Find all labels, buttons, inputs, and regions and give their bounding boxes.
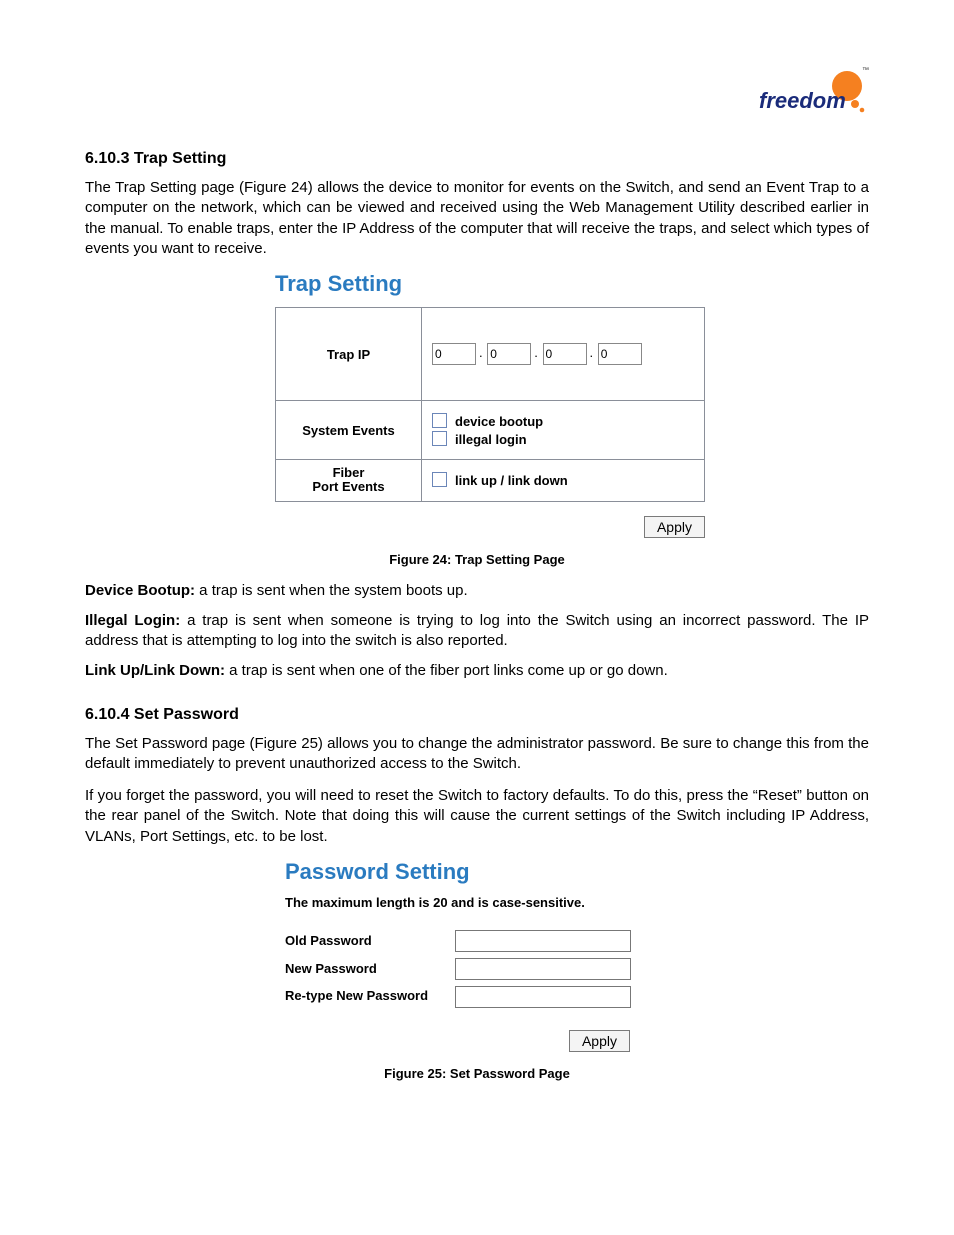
heading-set-password: 6.10.4 Set Password [85,706,869,724]
system-events-label: System Events [276,401,422,460]
trap-ip-octet-1[interactable] [432,343,476,365]
def-device-bootup: Device Bootup: a trap is sent when the s… [85,581,869,601]
new-password-input[interactable] [455,958,631,980]
trap-ip-octet-3[interactable] [543,343,587,365]
def-link-updown: Link Up/Link Down: a trap is sent when o… [85,661,869,681]
trap-ip-octet-2[interactable] [487,343,531,365]
svg-text:™: ™ [862,67,869,74]
fiber-port-events-label: Fiber Port Events [276,460,422,502]
illegal-login-label: illegal login [455,432,527,447]
trap-setting-table: Trap IP . . . System Events device bootu… [275,307,705,502]
old-password-input[interactable] [455,930,631,952]
retype-password-input[interactable] [455,986,631,1008]
system-events-cell: device bootup illegal login [422,401,705,460]
heading-trap-setting: 6.10.3 Trap Setting [85,150,869,168]
password-setting-panel-title: Password Setting [285,859,685,885]
checkbox-device-bootup[interactable] [432,413,447,428]
checkbox-linkupdown[interactable] [432,472,447,487]
new-password-label: New Password [285,961,455,976]
linkupdown-label: link up / link down [455,473,568,488]
svg-text:freedom: freedom [759,88,846,113]
trap-setting-panel-title: Trap Setting [275,271,705,297]
trap-intro-paragraph: The Trap Setting page (Figure 24) allows… [85,178,869,259]
password-apply-button[interactable]: Apply [569,1030,630,1052]
fiber-port-events-cell: link up / link down [422,460,705,502]
trap-apply-button[interactable]: Apply [644,516,705,538]
trap-ip-label: Trap IP [276,308,422,401]
def-illegal-login: Illegal Login: a trap is sent when someo… [85,611,869,652]
freedom9-logo: freedom ™ [759,60,869,130]
password-note: The maximum length is 20 and is case-sen… [285,895,685,910]
set-password-p1: The Set Password page (Figure 25) allows… [85,734,869,775]
device-bootup-label: device bootup [455,414,543,429]
checkbox-illegal-login[interactable] [432,431,447,446]
trap-ip-cell: . . . [422,308,705,401]
old-password-label: Old Password [285,933,455,948]
figure-25-caption: Figure 25: Set Password Page [85,1066,869,1081]
set-password-p2: If you forget the password, you will nee… [85,786,869,847]
figure-24-caption: Figure 24: Trap Setting Page [85,552,869,567]
retype-password-label: Re-type New Password [285,989,455,1004]
trap-ip-octet-4[interactable] [598,343,642,365]
